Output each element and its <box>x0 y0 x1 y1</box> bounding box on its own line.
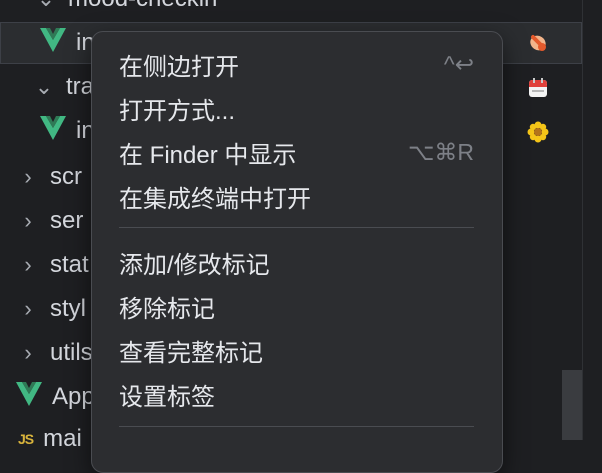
tree-item-label: tra <box>66 73 95 100</box>
menu-item-open-to-side[interactable]: 在侧边打开 ^↩ <box>119 44 474 84</box>
menu-item-set-tag[interactable]: 设置标签 <box>119 374 474 414</box>
menu-item-label: 在侧边打开 <box>119 53 239 81</box>
flower-emoji-icon <box>527 121 549 143</box>
context-menu: 在侧边打开 ^↩ 打开方式... 在 Finder 中显示 ⌥⌘R 在集成终端中… <box>91 31 503 473</box>
menu-item-label: 添加/修改标记 <box>119 251 270 279</box>
chevron-down-icon[interactable]: ⌄ <box>32 74 56 100</box>
menu-item-shortcut: ^↩ <box>444 51 474 78</box>
tree-item-label: App <box>52 383 95 410</box>
shortcut-text: ⌥⌘R <box>407 138 474 165</box>
menu-item-label: 打开方式... <box>119 97 236 125</box>
tree-item-label: mai <box>43 425 82 452</box>
menu-item-open-with[interactable]: 打开方式... <box>119 88 474 128</box>
menu-item-open-in-terminal[interactable]: 在集成终端中打开 <box>119 176 474 216</box>
menu-item-label: 移除标记 <box>119 295 215 323</box>
vue-logo-icon <box>40 27 66 59</box>
vue-logo-icon <box>40 115 66 147</box>
chevron-down-icon[interactable]: ⌄ <box>34 0 58 12</box>
tree-item-label: ser <box>50 207 84 234</box>
tree-item-label: mood-checkin <box>68 0 217 13</box>
scrollbar-thumb[interactable] <box>562 370 582 440</box>
calendar-emoji-icon <box>527 77 549 99</box>
chevron-right-icon[interactable]: › <box>16 164 40 190</box>
menu-separator <box>119 426 474 427</box>
tree-folder-mood-checkin[interactable]: ⌄ mood-checkin <box>0 0 582 20</box>
tree-item-label: utils <box>50 339 93 366</box>
menu-item-label: 在 Finder 中显示 <box>119 141 297 169</box>
menu-item-remove-mark[interactable]: 移除标记 <box>119 286 474 326</box>
menu-separator <box>119 227 474 228</box>
shortcut-text: ^↩ <box>443 50 474 77</box>
vue-logo-icon <box>16 381 42 413</box>
tree-item-label: scr <box>50 163 82 190</box>
menu-item-shortcut: ⌥⌘R <box>408 139 474 166</box>
menu-item-view-full-mark[interactable]: 查看完整标记 <box>119 330 474 370</box>
chevron-right-icon[interactable]: › <box>16 340 40 366</box>
menu-item-label: 在集成终端中打开 <box>119 185 311 213</box>
panel-divider <box>582 0 583 440</box>
menu-item-label: 设置标签 <box>119 383 215 411</box>
menu-item-reveal-in-finder[interactable]: 在 Finder 中显示 ⌥⌘R <box>119 132 474 172</box>
js-file-icon: JS <box>18 431 34 447</box>
menu-item-label: 查看完整标记 <box>119 339 263 367</box>
chevron-right-icon[interactable]: › <box>16 252 40 278</box>
tree-item-label: styl <box>50 295 86 322</box>
tree-item-label: stat <box>50 251 89 278</box>
chevron-right-icon[interactable]: › <box>16 296 40 322</box>
pointing-hand-emoji-icon <box>527 32 549 54</box>
menu-item-add-edit-mark[interactable]: 添加/修改标记 <box>119 242 474 282</box>
chevron-right-icon[interactable]: › <box>16 208 40 234</box>
